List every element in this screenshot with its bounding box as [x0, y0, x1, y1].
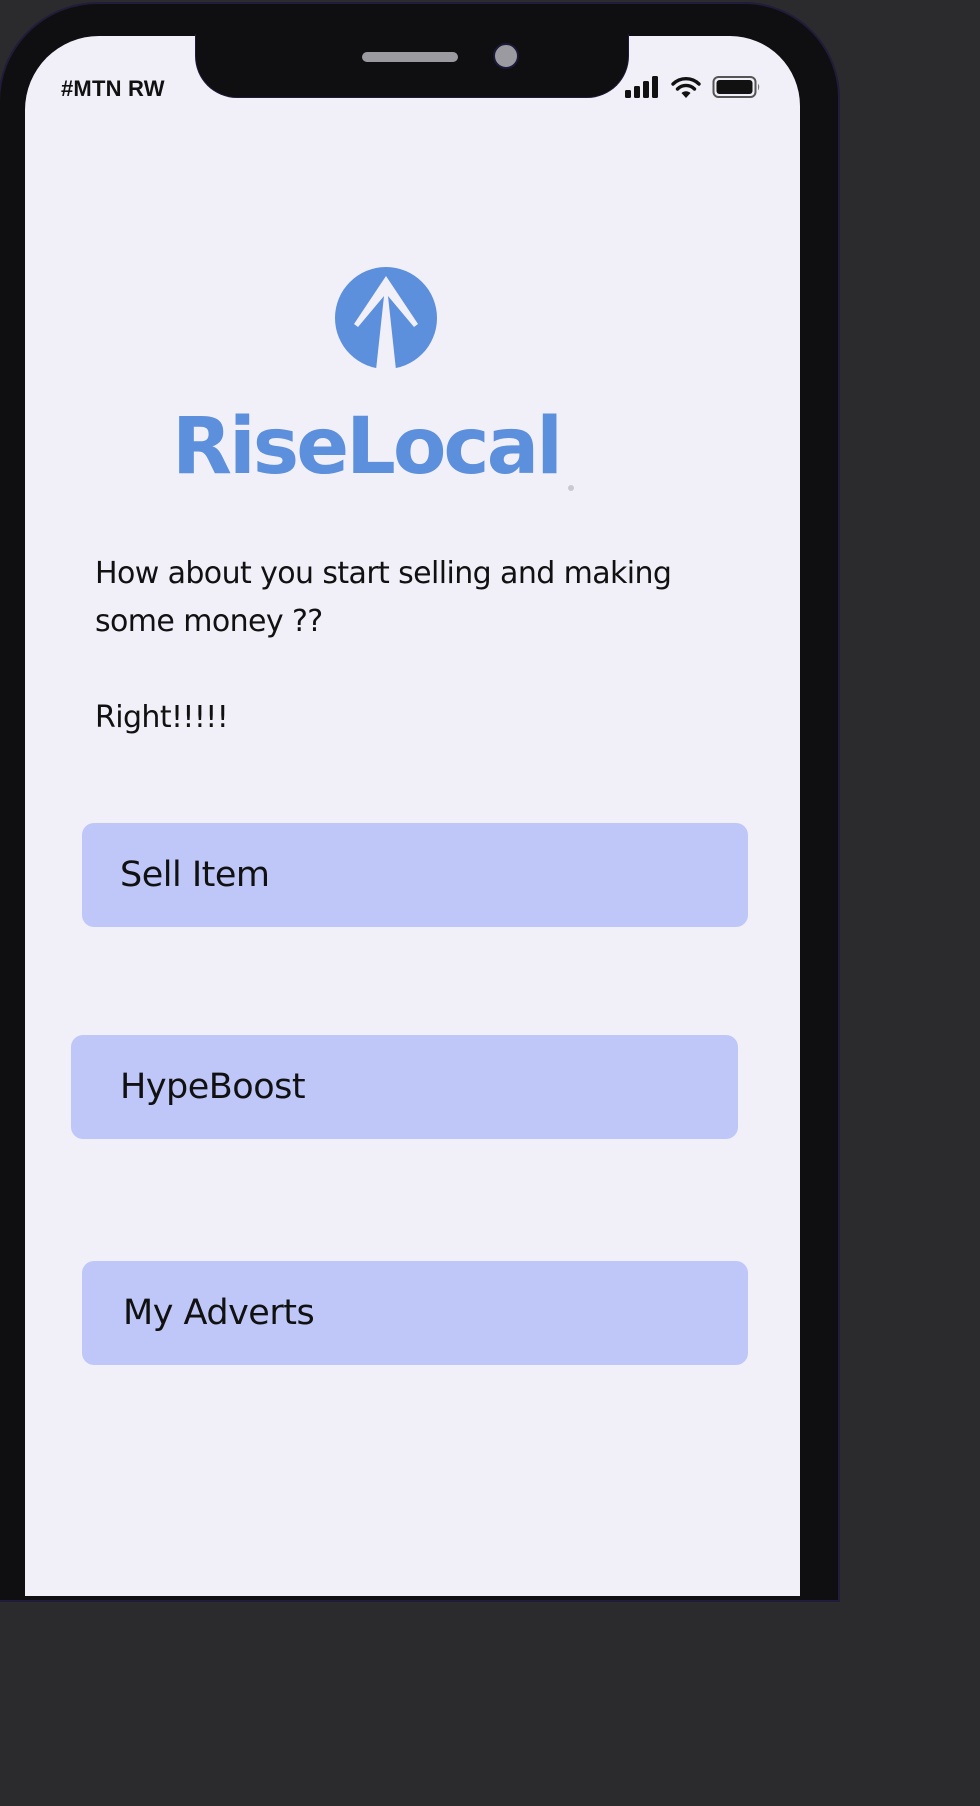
carrier-name: #MTN RW	[61, 76, 165, 101]
sell-item-button[interactable]: Sell Item	[82, 823, 748, 927]
brand-wordmark: RiseLocal	[172, 402, 563, 492]
cellular-signal-icon	[625, 76, 658, 98]
wifi-icon	[671, 77, 701, 98]
speaker-grille	[362, 52, 458, 62]
battery-icon	[712, 76, 760, 98]
hypeboost-button[interactable]: HypeBoost	[71, 1035, 738, 1139]
intro-message: How about you start selling and making s…	[95, 556, 672, 639]
front-camera	[493, 43, 519, 69]
status-icons	[624, 72, 762, 102]
notch	[195, 34, 629, 98]
up-arrow-icon	[335, 267, 437, 370]
my-adverts-button[interactable]: My Adverts	[82, 1261, 748, 1365]
sell-item-label: Sell Item	[120, 855, 270, 895]
my-adverts-label: My Adverts	[123, 1293, 315, 1333]
hypeboost-label: HypeBoost	[120, 1067, 306, 1107]
brand-dot	[568, 485, 574, 491]
intro-exclamation: Right!!!!!	[95, 700, 229, 735]
